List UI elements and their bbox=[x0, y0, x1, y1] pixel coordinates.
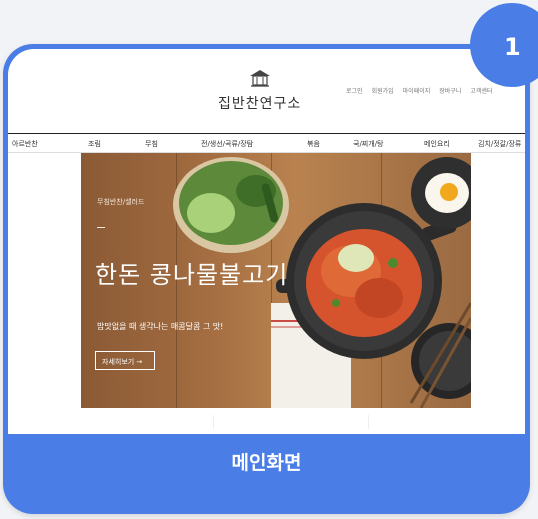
nav-item-2[interactable]: 조림 bbox=[88, 139, 101, 149]
main-nav: 아르반찬 조림 무침 전/생선/곡류/장탐 볶음 국/찌개/탕 메인요리 김치/… bbox=[8, 133, 525, 153]
hero-divider bbox=[97, 227, 105, 228]
util-link-cart[interactable]: 장바구니 bbox=[439, 88, 461, 95]
nav-item-8[interactable]: 김치/젓갈/장류 bbox=[478, 139, 521, 149]
nav-item-1[interactable]: 아르반찬 bbox=[12, 139, 38, 149]
hero-banner[interactable]: 무침반찬/샐러드 한돈 콩나물불고기 밥맛없을 때 생각나는 매콤달콤 그 맛!… bbox=[81, 153, 471, 408]
nav-item-3[interactable]: 무침 bbox=[145, 139, 158, 149]
util-link-mypage[interactable]: 마이페이지 bbox=[403, 88, 431, 95]
site-logo-text: 집반찬연구소 bbox=[218, 96, 302, 112]
hero-subtitle: 밥맛없을 때 생각나는 매콤달콤 그 맛! bbox=[97, 322, 224, 331]
hero-detail-button[interactable]: 자세히보기 → bbox=[95, 351, 155, 370]
util-link-join[interactable]: 회원가입 bbox=[372, 88, 394, 95]
caption-label: 메인화면 bbox=[231, 452, 302, 474]
utility-links: 로그인 회원가입 마이페이지 장바구니 고객센터 bbox=[346, 86, 501, 95]
screenshot-card: 집반찬연구소 로그인 회원가입 마이페이지 장바구니 고객센터 아르반찬 조림 무침 전… bbox=[3, 44, 530, 514]
hero-title: 한돈 콩나물불고기 bbox=[95, 261, 289, 289]
divider bbox=[368, 415, 369, 429]
website-screen: 집반찬연구소 로그인 회원가입 마이페이지 장바구니 고객센터 아르반찬 조림 무침 전… bbox=[8, 49, 525, 434]
util-link-login[interactable]: 로그인 bbox=[346, 88, 363, 95]
step-number: 1 bbox=[504, 33, 521, 61]
nav-item-4[interactable]: 전/생선/곡류/장탐 bbox=[201, 139, 253, 149]
hero-category: 무침반찬/샐러드 bbox=[97, 198, 145, 206]
nav-item-7[interactable]: 메인요리 bbox=[424, 139, 450, 149]
nav-item-6[interactable]: 국/찌개/탕 bbox=[353, 139, 383, 149]
house-logo-icon bbox=[249, 70, 270, 87]
util-link-support[interactable]: 고객센터 bbox=[470, 88, 492, 95]
divider bbox=[213, 415, 214, 429]
nav-item-5[interactable]: 볶음 bbox=[307, 139, 320, 149]
below-hero-area bbox=[8, 409, 525, 434]
site-logo[interactable]: 집반찬연구소 bbox=[218, 69, 301, 113]
